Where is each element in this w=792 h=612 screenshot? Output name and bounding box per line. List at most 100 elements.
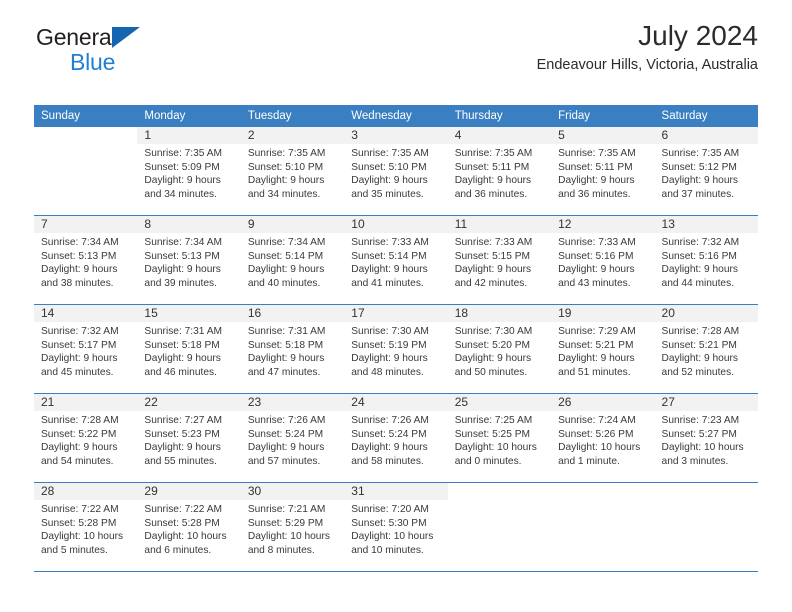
day-number: 25 xyxy=(447,394,552,411)
sun-times-text: Sunrise: 7:35 AM Sunset: 5:11 PM Dayligh… xyxy=(454,148,533,200)
logo-word-blue: Blue xyxy=(70,49,116,75)
day-cell-content: 8 Sunrise: 7:34 AM Sunset: 5:13 PM Daylig… xyxy=(137,216,241,304)
logo-text-general: General xyxy=(36,24,140,50)
calendar-day-cell[interactable]: 29 Sunrise: 7:22 AM Sunset: 5:28 PM Dayli… xyxy=(137,482,241,572)
calendar-day-cell[interactable]: 12 Sunrise: 7:33 AM Sunset: 5:16 PM Dayli… xyxy=(551,215,655,305)
calendar-day-cell[interactable]: 17 Sunrise: 7:30 AM Sunset: 5:19 PM Dayli… xyxy=(344,304,448,394)
day-cell-content: 21 Sunrise: 7:28 AM Sunset: 5:22 PM Dayli… xyxy=(34,394,138,482)
calendar-day-cell[interactable]: 23 Sunrise: 7:26 AM Sunset: 5:24 PM Dayli… xyxy=(240,393,345,483)
calendar-day-cell[interactable]: 26 Sunrise: 7:24 AM Sunset: 5:26 PM Dayli… xyxy=(551,393,655,483)
calendar-week-row: 1 Sunrise: 7:35 AM Sunset: 5:09 PM Daylig… xyxy=(34,127,758,216)
calendar-empty-cell xyxy=(34,127,138,216)
day-number: 30 xyxy=(240,483,345,500)
weekday-header-row: Sunday Monday Tuesday Wednesday Thursday… xyxy=(34,105,758,127)
sun-times-text: Sunrise: 7:25 AM Sunset: 5:25 PM Dayligh… xyxy=(454,415,537,467)
day-number: 7 xyxy=(34,216,138,233)
calendar-day-cell[interactable]: 25 Sunrise: 7:25 AM Sunset: 5:25 PM Dayli… xyxy=(447,393,552,483)
sun-times-text: Sunrise: 7:34 AM Sunset: 5:14 PM Dayligh… xyxy=(247,237,326,289)
day-cell-content: 14 Sunrise: 7:32 AM Sunset: 5:17 PM Dayli… xyxy=(34,305,138,393)
day-cell-content xyxy=(448,483,551,571)
calendar-day-cell[interactable]: 31 Sunrise: 7:20 AM Sunset: 5:30 PM Dayli… xyxy=(344,482,448,572)
calendar-day-cell[interactable]: 3 Sunrise: 7:35 AM Sunset: 5:10 PM Daylig… xyxy=(344,127,448,216)
calendar-day-cell[interactable]: 1 Sunrise: 7:35 AM Sunset: 5:09 PM Daylig… xyxy=(137,127,241,216)
day-number: 19 xyxy=(551,305,655,322)
day-number: 27 xyxy=(654,394,758,411)
day-cell-content: 24 Sunrise: 7:26 AM Sunset: 5:24 PM Dayli… xyxy=(344,394,448,482)
sun-times-text: Sunrise: 7:20 AM Sunset: 5:30 PM Dayligh… xyxy=(351,504,434,556)
calendar-day-cell[interactable]: 4 Sunrise: 7:35 AM Sunset: 5:11 PM Daylig… xyxy=(447,127,552,216)
sun-times-text: Sunrise: 7:35 AM Sunset: 5:11 PM Dayligh… xyxy=(558,148,636,200)
sun-times-text: Sunrise: 7:26 AM Sunset: 5:24 PM Dayligh… xyxy=(247,415,326,467)
calendar-week-row: 21 Sunrise: 7:28 AM Sunset: 5:22 PM Dayli… xyxy=(34,393,758,483)
day-cell-content: 28 Sunrise: 7:22 AM Sunset: 5:28 PM Dayli… xyxy=(34,483,138,571)
calendar-day-cell[interactable]: 24 Sunrise: 7:26 AM Sunset: 5:24 PM Dayli… xyxy=(344,393,448,483)
sun-times-text: Sunrise: 7:34 AM Sunset: 5:13 PM Dayligh… xyxy=(144,237,223,289)
weekday-header-thursday: Thursday xyxy=(447,105,552,127)
calendar-day-cell[interactable]: 10 Sunrise: 7:33 AM Sunset: 5:14 PM Dayli… xyxy=(344,215,448,305)
calendar-empty-cell xyxy=(551,482,655,572)
calendar-day-cell[interactable]: 22 Sunrise: 7:27 AM Sunset: 5:23 PM Dayli… xyxy=(137,393,241,483)
page-title: July 2024 xyxy=(638,20,758,51)
day-cell-content: 4 Sunrise: 7:35 AM Sunset: 5:11 PM Daylig… xyxy=(447,127,552,215)
location-subtitle: Endeavour Hills, Victoria, Australia xyxy=(536,57,758,73)
calendar-day-cell[interactable]: 28 Sunrise: 7:22 AM Sunset: 5:28 PM Dayli… xyxy=(34,482,138,572)
calendar-day-cell[interactable]: 30 Sunrise: 7:21 AM Sunset: 5:29 PM Dayli… xyxy=(240,482,345,572)
general-blue-logo[interactable]: General Blue xyxy=(36,24,140,75)
calendar-day-cell[interactable]: 19 Sunrise: 7:29 AM Sunset: 5:21 PM Dayli… xyxy=(551,304,655,394)
weekday-header-sunday: Sunday xyxy=(34,105,138,127)
sun-times-text: Sunrise: 7:30 AM Sunset: 5:20 PM Dayligh… xyxy=(454,326,533,378)
sun-times-text: Sunrise: 7:34 AM Sunset: 5:13 PM Dayligh… xyxy=(41,237,119,289)
day-number: 21 xyxy=(34,394,138,411)
day-cell-content: 5 Sunrise: 7:35 AM Sunset: 5:11 PM Daylig… xyxy=(551,127,655,215)
sun-times-text: Sunrise: 7:32 AM Sunset: 5:16 PM Dayligh… xyxy=(661,237,740,289)
day-cell-content: 22 Sunrise: 7:27 AM Sunset: 5:23 PM Dayli… xyxy=(137,394,241,482)
day-cell-content: 17 Sunrise: 7:30 AM Sunset: 5:19 PM Dayli… xyxy=(344,305,448,393)
day-cell-content: 12 Sunrise: 7:33 AM Sunset: 5:16 PM Dayli… xyxy=(551,216,655,304)
weekday-header-monday: Monday xyxy=(137,105,241,127)
logo-word-general: General xyxy=(36,24,117,50)
sun-times-text: Sunrise: 7:26 AM Sunset: 5:24 PM Dayligh… xyxy=(351,415,429,467)
day-number: 10 xyxy=(344,216,448,233)
sun-times-text: Sunrise: 7:30 AM Sunset: 5:19 PM Dayligh… xyxy=(351,326,429,378)
day-number: 18 xyxy=(447,305,552,322)
calendar-day-cell[interactable]: 2 Sunrise: 7:35 AM Sunset: 5:10 PM Daylig… xyxy=(240,127,345,216)
day-cell-content: 9 Sunrise: 7:34 AM Sunset: 5:14 PM Daylig… xyxy=(240,216,345,304)
calendar-day-cell[interactable]: 20 Sunrise: 7:28 AM Sunset: 5:21 PM Dayli… xyxy=(654,304,758,394)
calendar-week-row: 14 Sunrise: 7:32 AM Sunset: 5:17 PM Dayli… xyxy=(34,304,758,394)
calendar-day-cell[interactable]: 6 Sunrise: 7:35 AM Sunset: 5:12 PM Daylig… xyxy=(654,127,758,216)
sun-times-text: Sunrise: 7:31 AM Sunset: 5:18 PM Dayligh… xyxy=(247,326,326,378)
sun-times-text: Sunrise: 7:28 AM Sunset: 5:22 PM Dayligh… xyxy=(41,415,119,467)
day-number: 12 xyxy=(551,216,655,233)
day-cell-content: 11 Sunrise: 7:33 AM Sunset: 5:15 PM Dayli… xyxy=(447,216,552,304)
day-number: 23 xyxy=(240,394,345,411)
calendar-day-cell[interactable]: 15 Sunrise: 7:31 AM Sunset: 5:18 PM Dayli… xyxy=(137,304,241,394)
calendar-day-cell[interactable]: 11 Sunrise: 7:33 AM Sunset: 5:15 PM Dayli… xyxy=(447,215,552,305)
calendar-page: General Blue July 2024 Endeavour Hills, … xyxy=(0,0,792,612)
sun-times-text: Sunrise: 7:29 AM Sunset: 5:21 PM Dayligh… xyxy=(558,326,636,378)
day-number: 31 xyxy=(344,483,448,500)
sunrise-sunset-calendar: Sunday Monday Tuesday Wednesday Thursday… xyxy=(34,105,758,572)
triangle-icon xyxy=(112,27,140,48)
day-number: 2 xyxy=(240,127,345,144)
day-cell-content: 25 Sunrise: 7:25 AM Sunset: 5:25 PM Dayli… xyxy=(447,394,552,482)
calendar-day-cell[interactable]: 14 Sunrise: 7:32 AM Sunset: 5:17 PM Dayli… xyxy=(34,304,138,394)
calendar-day-cell[interactable]: 16 Sunrise: 7:31 AM Sunset: 5:18 PM Dayli… xyxy=(240,304,345,394)
sun-times-text: Sunrise: 7:33 AM Sunset: 5:14 PM Dayligh… xyxy=(351,237,429,289)
weekday-header-saturday: Saturday xyxy=(654,105,758,127)
sun-times-text: Sunrise: 7:21 AM Sunset: 5:29 PM Dayligh… xyxy=(247,504,330,556)
day-number: 6 xyxy=(654,127,758,144)
calendar-day-cell[interactable]: 13 Sunrise: 7:32 AM Sunset: 5:16 PM Dayli… xyxy=(654,215,758,305)
calendar-day-cell[interactable]: 27 Sunrise: 7:23 AM Sunset: 5:27 PM Dayli… xyxy=(654,393,758,483)
calendar-day-cell[interactable]: 18 Sunrise: 7:30 AM Sunset: 5:20 PM Dayli… xyxy=(447,304,552,394)
day-cell-content: 10 Sunrise: 7:33 AM Sunset: 5:14 PM Dayli… xyxy=(344,216,448,304)
day-cell-content: 20 Sunrise: 7:28 AM Sunset: 5:21 PM Dayli… xyxy=(654,305,758,393)
sun-times-text: Sunrise: 7:31 AM Sunset: 5:18 PM Dayligh… xyxy=(144,326,223,378)
calendar-day-cell[interactable]: 5 Sunrise: 7:35 AM Sunset: 5:11 PM Daylig… xyxy=(551,127,655,216)
day-cell-content: 26 Sunrise: 7:24 AM Sunset: 5:26 PM Dayli… xyxy=(551,394,655,482)
calendar-day-cell[interactable]: 8 Sunrise: 7:34 AM Sunset: 5:13 PM Daylig… xyxy=(137,215,241,305)
weekday-header-tuesday: Tuesday xyxy=(240,105,345,127)
day-cell-content: 7 Sunrise: 7:34 AM Sunset: 5:13 PM Daylig… xyxy=(34,216,138,304)
calendar-day-cell[interactable]: 9 Sunrise: 7:34 AM Sunset: 5:14 PM Daylig… xyxy=(240,215,345,305)
calendar-day-cell[interactable]: 21 Sunrise: 7:28 AM Sunset: 5:22 PM Dayli… xyxy=(34,393,138,483)
calendar-day-cell[interactable]: 7 Sunrise: 7:34 AM Sunset: 5:13 PM Daylig… xyxy=(34,215,138,305)
